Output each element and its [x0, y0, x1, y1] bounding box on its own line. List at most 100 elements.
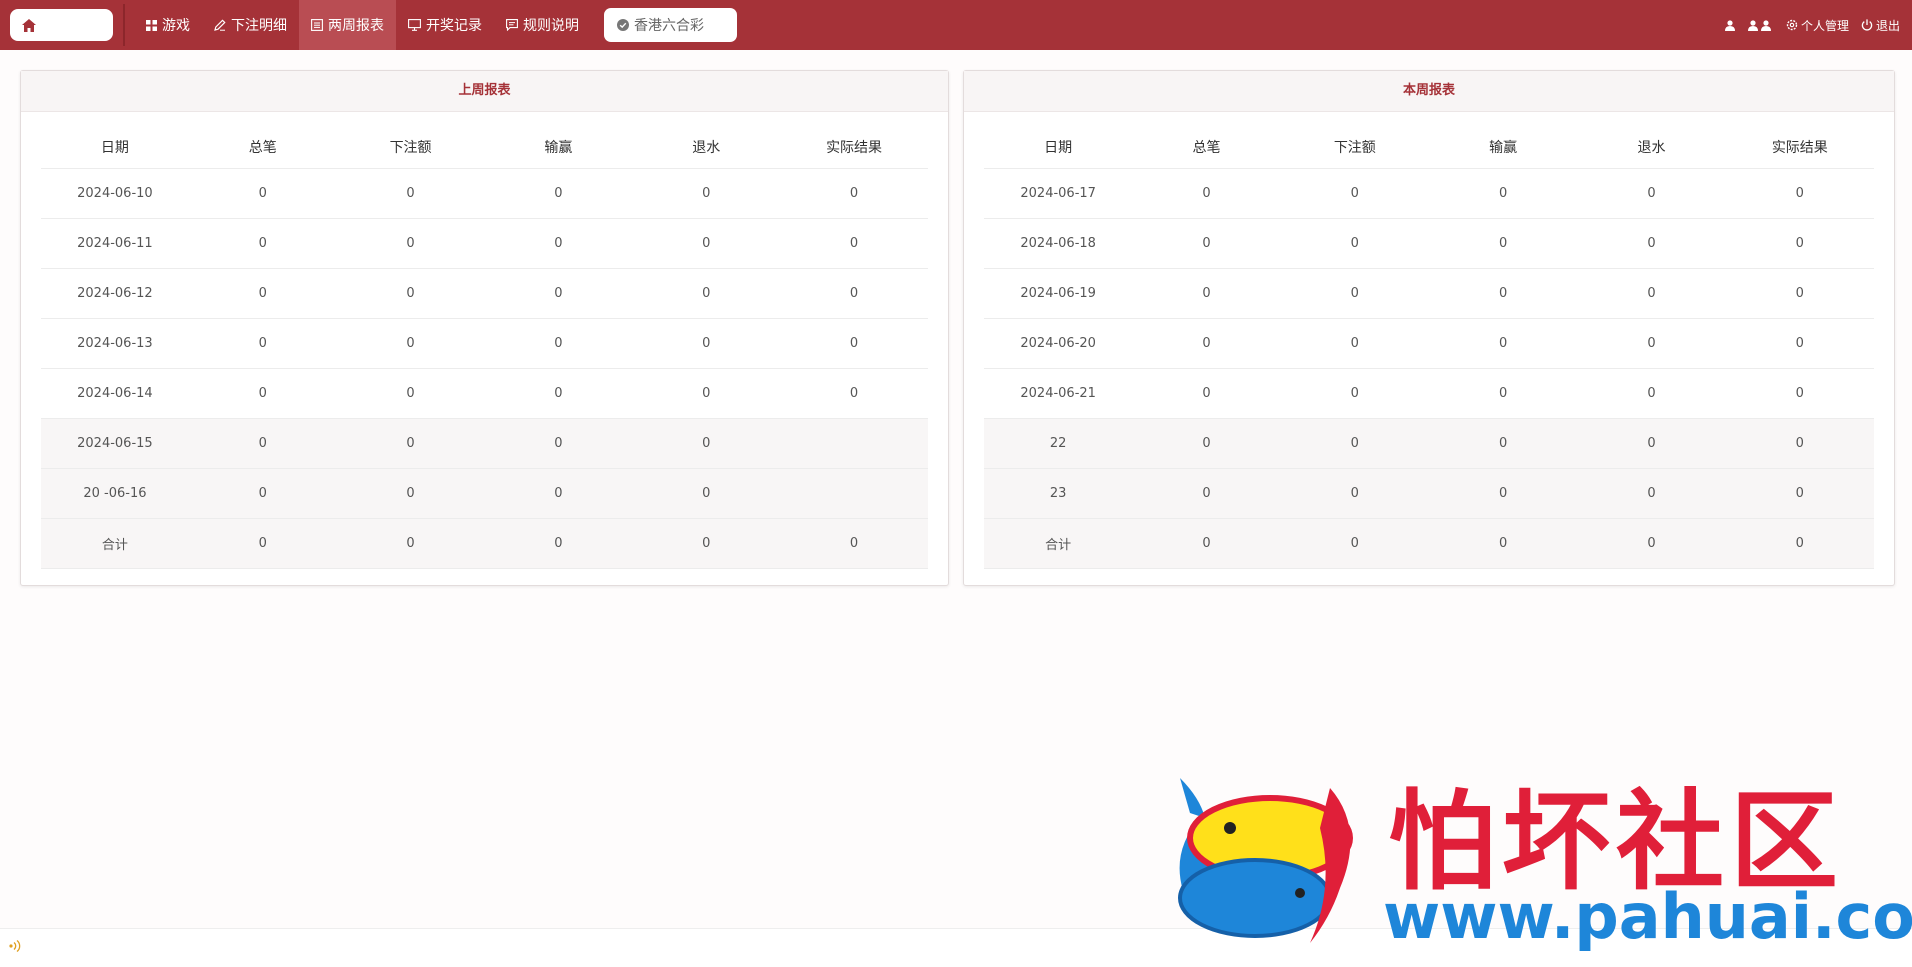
table-cell: 0 — [1577, 368, 1726, 419]
table-cell: 2024-06-11 — [41, 218, 189, 269]
table-cell: 0 — [632, 218, 781, 269]
table-cell: 0 — [484, 168, 633, 219]
table-cell: 0 — [1577, 268, 1726, 319]
table-cell: 0 — [1132, 468, 1281, 519]
table-cell: 0 — [188, 318, 337, 369]
table-cell: 0 — [1428, 218, 1578, 269]
table-cell: 0 — [1577, 318, 1726, 369]
table-row: 2024-06-20 0 0 0 0 0 — [984, 318, 1874, 369]
table-cell: 0 — [1428, 168, 1578, 219]
table-cell: 0 — [484, 468, 633, 519]
monitor-icon — [408, 19, 421, 31]
table-cell: 0 — [1132, 518, 1281, 569]
table-row: 20 -06-16 0 0 0 0 — [41, 468, 928, 519]
table-cell: 0 — [484, 368, 633, 419]
table-row: 2024-06-19 0 0 0 0 0 — [984, 268, 1874, 319]
table-cell: 0 — [1280, 368, 1429, 419]
table-cell: 0 — [1280, 518, 1429, 569]
table-row: 23 0 0 0 0 0 — [984, 468, 1874, 519]
table-cell: 0 — [1725, 418, 1874, 469]
table-cell: 0 — [1280, 218, 1429, 269]
user-account[interactable] — [1724, 19, 1774, 31]
last-week-report-panel: 上周报表 日期 总笔 下注额 输赢 退水 实际结果 2024-06-10 0 0 0 0 0 2024… — [20, 70, 949, 586]
nav-item-games[interactable]: 游戏 — [134, 0, 202, 50]
table-row: 2024-06-11 0 0 0 0 0 — [41, 218, 928, 269]
table-cell: 0 — [1132, 268, 1281, 319]
grid-icon — [146, 19, 157, 31]
table-cell — [780, 418, 928, 469]
table-cell: 2024-06-10 — [41, 168, 189, 219]
nav-item-draw-history[interactable]: 开奖记录 — [396, 0, 494, 50]
table-cell: 2024-06-13 — [41, 318, 189, 369]
table-cell: 0 — [188, 168, 337, 219]
table-cell: 0 — [188, 368, 337, 419]
table-row: 2024-06-21 0 0 0 0 0 — [984, 368, 1874, 419]
table-cell: 0 — [1280, 268, 1429, 319]
logout-link[interactable]: 退出 — [1861, 17, 1900, 34]
total-row: 合计 0 0 0 0 0 — [984, 518, 1874, 569]
table-cell: 0 — [632, 518, 781, 569]
table-row: 22 0 0 0 0 0 — [984, 418, 1874, 469]
nav-item-label: 游戏 — [162, 18, 190, 34]
table-row: 2024-06-15 0 0 0 0 — [41, 418, 928, 469]
table-cell: 合计 — [984, 518, 1133, 569]
table-cell: 2024-06-17 — [984, 168, 1133, 219]
column-header: 实际结果 — [780, 126, 928, 169]
check-circle-icon — [617, 19, 629, 31]
profile-link[interactable]: 个人管理 — [1786, 17, 1849, 34]
table-cell: 0 — [484, 518, 633, 569]
table-cell: 0 — [1725, 468, 1874, 519]
total-row: 合计 0 0 0 0 0 — [41, 518, 928, 569]
table-cell: 0 — [336, 418, 485, 469]
table-cell: 0 — [1428, 318, 1578, 369]
watermark-url: www.pahuai.com — [1383, 880, 1912, 953]
home-button[interactable] — [10, 9, 113, 41]
pencil-icon — [214, 19, 226, 31]
column-header: 日期 — [984, 126, 1133, 169]
table-cell: 0 — [632, 318, 781, 369]
table-cell: 0 — [1577, 168, 1726, 219]
table-cell: 0 — [780, 268, 928, 319]
table-cell: 0 — [780, 368, 928, 419]
table-cell: 0 — [1132, 418, 1281, 469]
table-cell: 0 — [336, 218, 485, 269]
panel-title: 本周报表 — [964, 71, 1894, 112]
table-cell: 0 — [1428, 468, 1578, 519]
table-cell: 0 — [484, 218, 633, 269]
column-header: 输赢 — [1428, 126, 1578, 169]
column-header: 输赢 — [484, 126, 633, 169]
table-cell: 0 — [188, 468, 337, 519]
table-cell: 2024-06-20 — [984, 318, 1133, 369]
column-header: 退水 — [1577, 126, 1726, 169]
table-cell: 2024-06-12 — [41, 268, 189, 319]
table-row: 2024-06-17 0 0 0 0 0 — [984, 168, 1874, 219]
table-cell: 0 — [1132, 318, 1281, 369]
user-icon — [1724, 19, 1735, 31]
table-row: 2024-06-10 0 0 0 0 0 — [41, 168, 928, 219]
table-cell: 0 — [1725, 318, 1874, 369]
column-header: 实际结果 — [1725, 126, 1874, 169]
table-header-row: 日期 总笔 下注额 输赢 退水 实际结果 — [984, 126, 1874, 169]
table-cell: 0 — [484, 418, 633, 469]
lottery-selector[interactable]: 香港六合彩 — [604, 8, 737, 42]
table-cell: 0 — [1428, 518, 1578, 569]
table-cell: 合计 — [41, 518, 189, 569]
speaker-icon[interactable] — [8, 939, 24, 953]
logout-label: 退出 — [1875, 18, 1900, 33]
list-icon — [311, 19, 323, 31]
last-week-table: 日期 总笔 下注额 输赢 退水 实际结果 2024-06-10 0 0 0 0 0 2024-06-1… — [41, 126, 928, 569]
nav-item-rules[interactable]: 规则说明 — [494, 0, 591, 50]
table-cell: 0 — [1428, 418, 1578, 469]
table-cell: 0 — [1132, 218, 1281, 269]
lottery-label: 香港六合彩 — [634, 18, 704, 34]
table-cell: 0 — [484, 318, 633, 369]
table-cell: 0 — [188, 268, 337, 319]
user-icon — [1760, 19, 1771, 31]
table-cell: 0 — [1725, 168, 1874, 219]
nav-item-two-week-report[interactable]: 两周报表 — [299, 0, 396, 50]
column-header: 下注额 — [1280, 126, 1429, 169]
nav-item-bet-details[interactable]: 下注明细 — [202, 0, 299, 50]
column-header: 总笔 — [188, 126, 337, 169]
table-cell: 0 — [1577, 418, 1726, 469]
table-cell: 23 — [984, 468, 1133, 519]
